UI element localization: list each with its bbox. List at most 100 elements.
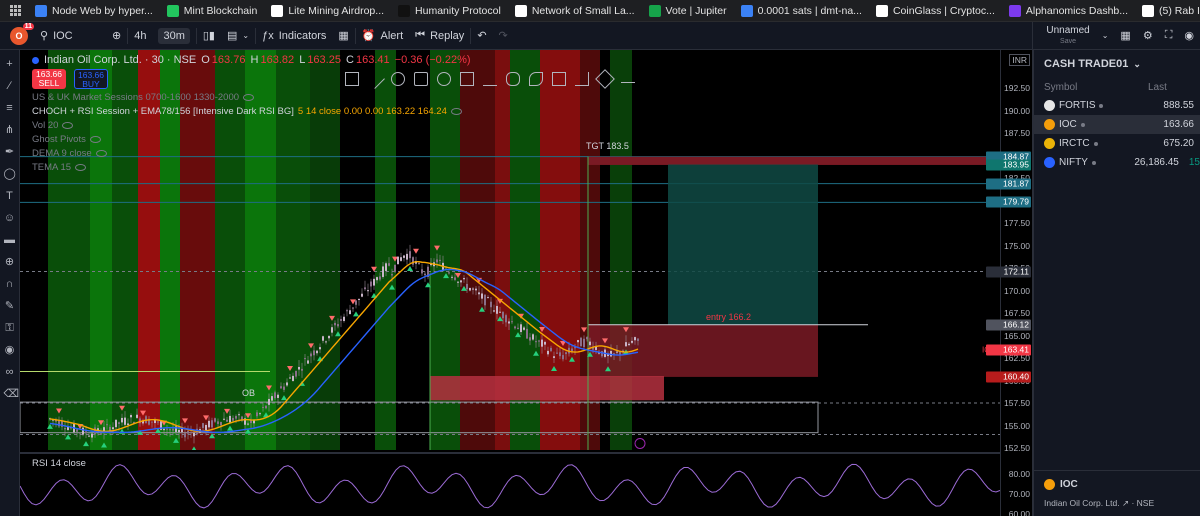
- undo-button[interactable]: ↶: [471, 22, 492, 50]
- indicator-row[interactable]: US & UK Market Sessions 0700-1600 1330-2…: [32, 92, 473, 103]
- col-last[interactable]: Last: [1148, 82, 1167, 93]
- bookmark-item[interactable]: Network of Small La...: [514, 4, 635, 17]
- emoji-icon[interactable]: ☺: [4, 212, 16, 224]
- watchlist-title[interactable]: CASH TRADE01 ⌄: [1034, 50, 1200, 78]
- price-level-tag[interactable]: 166.12: [986, 319, 1031, 331]
- replay-button[interactable]: ⏮ Replay: [409, 22, 470, 50]
- layout-menu[interactable]: Unnamed Save: [1040, 22, 1095, 50]
- compare-button[interactable]: ⊕: [106, 22, 127, 50]
- layout-grid-button[interactable]: ▦: [1114, 22, 1136, 50]
- bookmark-item[interactable]: Lite Mining Airdrop...: [271, 4, 384, 17]
- bookmark-item[interactable]: Mint Blockchain: [166, 4, 257, 17]
- pattern-icon[interactable]: ⋔: [4, 124, 16, 136]
- bookmark-item[interactable]: Alphanomics Dashb...: [1008, 4, 1128, 17]
- indicator-row[interactable]: Vol 20: [32, 120, 473, 131]
- shape-tool-icon[interactable]: [506, 72, 520, 86]
- price-level-tag[interactable]: 160.40: [986, 371, 1031, 383]
- bookmark-item[interactable]: CoinGlass | Cryptoc...: [875, 4, 995, 17]
- watchlist-row[interactable]: FORTIS 888.55: [1034, 96, 1200, 115]
- crosshair-icon[interactable]: +: [4, 58, 16, 70]
- candle-body: [82, 427, 84, 435]
- circle-tool-icon[interactable]: [391, 72, 405, 86]
- ruler-icon[interactable]: ▬: [4, 234, 16, 246]
- eye-icon[interactable]: [89, 136, 101, 143]
- avatar[interactable]: O 11: [10, 22, 34, 45]
- col-symbol[interactable]: Symbol: [1044, 82, 1148, 93]
- indicator-row[interactable]: CHOCH + RSI Session + EMA78/156 [Intensi…: [32, 106, 473, 117]
- indicator-row[interactable]: DEMA 9 close: [32, 148, 473, 159]
- candle-body: [355, 300, 357, 305]
- price-level-tag[interactable]: 179.79: [986, 196, 1031, 208]
- eye-icon[interactable]: [95, 150, 107, 157]
- text-icon[interactable]: T: [4, 190, 16, 202]
- lock-icon[interactable]: ⚿: [4, 322, 16, 334]
- line-tool-icon[interactable]: [365, 69, 385, 89]
- chart-type-button[interactable]: ▯▮: [197, 22, 221, 50]
- fib-icon[interactable]: ≡: [4, 102, 16, 114]
- buy-button[interactable]: 163.66 BUY: [74, 69, 108, 89]
- price-level-tag[interactable]: 172.11: [986, 266, 1031, 277]
- templates-button[interactable]: ▦: [332, 22, 354, 50]
- apps-icon[interactable]: [10, 4, 21, 17]
- price-level-tag[interactable]: 181.87: [986, 178, 1031, 190]
- zoom-icon[interactable]: ⊕: [4, 256, 16, 268]
- symbol-title[interactable]: Indian Oil Corp. Ltd. · 30 · NSE: [44, 54, 196, 66]
- candle-body: [187, 430, 189, 434]
- frame-tool-icon[interactable]: [414, 72, 428, 86]
- symbol-search[interactable]: ⚲ IOC: [34, 22, 106, 50]
- chart-type-dropdown[interactable]: ▤ ⌄: [221, 22, 255, 50]
- indicators-button[interactable]: ƒx Indicators: [256, 22, 332, 50]
- bookmark-item[interactable]: (5) Rab Inwood$ ...: [1142, 4, 1200, 17]
- indicator-row[interactable]: TEMA 15: [32, 162, 473, 173]
- sell-button[interactable]: 163.66 SELL: [32, 69, 66, 89]
- main-chart[interactable]: TGT 183.5entry 166.2OBIOC Indian Oil Cor…: [20, 50, 1000, 450]
- bookmark-item[interactable]: Vote | Jupiter: [648, 4, 727, 17]
- price-axis[interactable]: 192.50190.00187.50185.00182.50180.00177.…: [986, 50, 1032, 516]
- pencil-lock-icon[interactable]: ✎: [4, 300, 16, 312]
- eye-icon[interactable]: [75, 164, 87, 171]
- bookmark-item[interactable]: Humanity Protocol: [398, 4, 501, 17]
- path-tool-icon[interactable]: [483, 72, 497, 86]
- magnet-icon[interactable]: ∩: [4, 278, 16, 290]
- price-level-tag[interactable]: 183.95: [986, 159, 1031, 171]
- currency-selector[interactable]: INR: [1009, 54, 1030, 66]
- watchlist-row[interactable]: IOC 163.66: [1034, 115, 1200, 134]
- indicator-row[interactable]: Ghost Pivots: [32, 134, 473, 145]
- rsi-pane[interactable]: RSI 14 close: [20, 452, 1000, 516]
- user-menu[interactable]: O 11: [0, 22, 34, 50]
- shape-icon[interactable]: ◯: [4, 168, 16, 180]
- alert-button[interactable]: ⏰ Alert: [356, 22, 409, 50]
- watchlist-row[interactable]: NIFTY 26,186.45 15: [1034, 153, 1200, 172]
- chart-tool-icon[interactable]: [460, 72, 474, 86]
- bookmark-item[interactable]: Node Web by hyper...: [35, 4, 153, 17]
- rectangle-tool-icon[interactable]: [345, 72, 359, 86]
- diamond-tool-icon[interactable]: [595, 69, 615, 89]
- price-level-tag[interactable]: 163.41: [986, 344, 1031, 356]
- text-tool-icon[interactable]: [552, 72, 566, 86]
- timeframe-4h[interactable]: 4h: [128, 22, 152, 50]
- snapshot-button[interactable]: ◉: [1178, 22, 1200, 50]
- candle-body: [361, 293, 363, 297]
- trash-icon[interactable]: ⌫: [4, 388, 20, 400]
- link-icon[interactable]: ∞: [4, 366, 16, 378]
- layout-dropdown[interactable]: ⌄: [1096, 22, 1115, 50]
- symbol-details: IOC Indian Oil Corp. Ltd. ↗ · NSE: [1034, 470, 1200, 516]
- timeframe-30m[interactable]: 30m: [152, 22, 195, 50]
- hline-tool-icon[interactable]: [621, 75, 635, 83]
- trend-line-icon[interactable]: ∕: [4, 80, 16, 92]
- undo-icon: ↶: [477, 30, 487, 42]
- eye-icon[interactable]: [450, 108, 462, 115]
- brush-icon[interactable]: ✒: [4, 146, 16, 158]
- fullscreen-button[interactable]: ⛶: [1159, 22, 1179, 50]
- candle-body: [85, 431, 87, 434]
- eye-icon[interactable]: [243, 94, 255, 101]
- bookmark-item[interactable]: 0.0001 sats | dmt-na...: [740, 4, 862, 17]
- eye-icon[interactable]: [62, 122, 74, 129]
- settings-button[interactable]: ⚙: [1137, 22, 1159, 50]
- watchlist-row[interactable]: IRCTC 675.20: [1034, 134, 1200, 153]
- redo-button[interactable]: ↷: [493, 22, 514, 50]
- eye-icon[interactable]: ◉: [4, 344, 16, 356]
- curve-tool-icon[interactable]: [529, 72, 543, 86]
- ellipse-tool-icon[interactable]: [437, 72, 451, 86]
- arrow-tool-icon[interactable]: [575, 72, 589, 86]
